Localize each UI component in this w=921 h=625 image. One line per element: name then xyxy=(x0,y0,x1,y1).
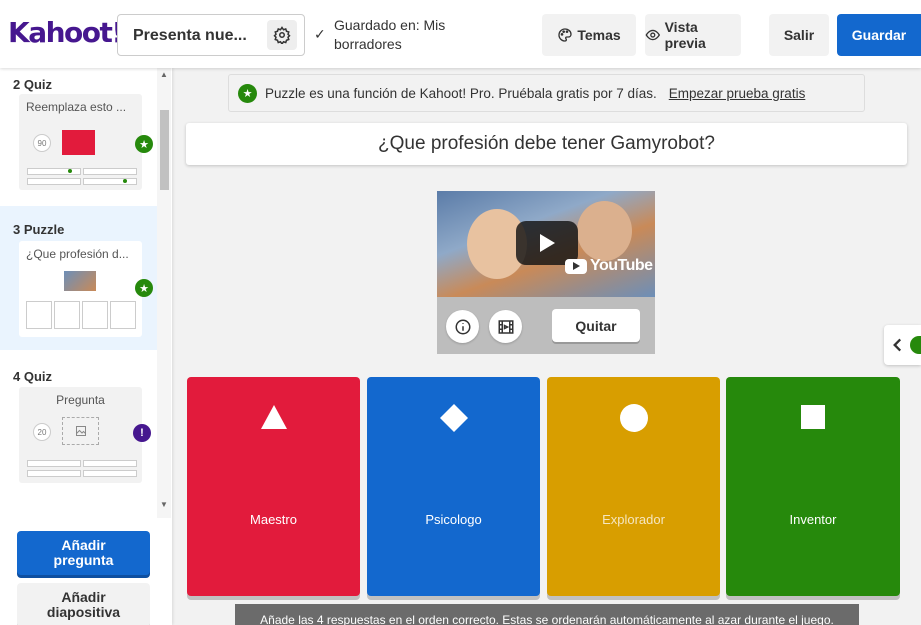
add-question-label: Añadir pregunta xyxy=(53,537,114,568)
time-limit: 20 xyxy=(33,423,51,441)
save-button[interactable]: Guardar xyxy=(837,14,921,56)
answer-text[interactable]: Maestro xyxy=(187,512,360,527)
answer-placeholder xyxy=(26,301,52,329)
add-slide-label: Añadir diapositiva xyxy=(46,589,121,620)
question-text: ¿Que profesión debe tener Gamyrobot? xyxy=(378,133,715,154)
slide-item-4[interactable]: 4 Quiz Pregunta 20 ! xyxy=(0,361,157,491)
square-icon xyxy=(801,405,825,429)
expand-settings-button[interactable] xyxy=(884,325,921,365)
slide-thumbnail[interactable]: ¿Que profesión d... ★ xyxy=(19,241,153,337)
video-still xyxy=(577,201,632,261)
youtube-icon xyxy=(565,258,587,274)
triangle-icon xyxy=(260,405,287,429)
media-info-button[interactable] xyxy=(446,310,479,343)
saved-location: Guardado en: Mis borradores xyxy=(334,17,446,52)
answer-placeholder xyxy=(27,168,81,175)
answer-3[interactable]: Explorador xyxy=(547,377,720,596)
preview-label: Vista previa xyxy=(664,19,706,51)
slide-label: 3 Puzzle xyxy=(13,222,65,237)
slide-title: Reemplaza esto ... xyxy=(26,100,127,114)
slide-label: 2 Quiz xyxy=(13,77,53,92)
answer-text[interactable]: Explorador xyxy=(547,512,720,527)
answer-placeholder xyxy=(82,301,108,329)
promo-text: Puzzle es una función de Kahoot! Pro. Pr… xyxy=(265,85,657,101)
answer-placeholder xyxy=(83,470,137,477)
answer-placeholder xyxy=(54,301,80,329)
answer-placeholder xyxy=(83,460,137,467)
top-bar: Kahoot! Presenta nue... ✓ Guardado en: M… xyxy=(0,0,921,68)
scrollbar-thumb[interactable] xyxy=(160,110,169,190)
kahoot-logo[interactable]: Kahoot! xyxy=(8,16,124,49)
add-slide-button[interactable]: Añadir diapositiva xyxy=(17,583,150,625)
circle-icon xyxy=(619,404,648,432)
slide-item-3[interactable]: 3 Puzzle ¿Que profesión d... ★ xyxy=(0,206,157,350)
palette-icon xyxy=(558,28,572,42)
star-icon: ★ xyxy=(238,83,257,103)
chevron-left-icon xyxy=(893,338,902,352)
media-edit-button[interactable] xyxy=(489,310,522,343)
video-thumbnail[interactable]: YouTube xyxy=(437,191,655,297)
pro-promo-banner: ★ Puzzle es una función de Kahoot! Pro. … xyxy=(228,74,865,112)
answer-2[interactable]: Psicologo xyxy=(367,377,540,596)
preview-button[interactable]: Vista previa xyxy=(645,14,741,56)
slide-title: Pregunta xyxy=(56,393,105,407)
correct-indicator xyxy=(123,179,127,183)
scroll-up-arrow-icon[interactable]: ▲ xyxy=(160,70,168,79)
correct-indicator xyxy=(68,169,72,173)
remove-media-button[interactable]: Quitar xyxy=(552,309,640,342)
answer-4[interactable]: Inventor xyxy=(726,377,900,596)
warning-icon: ! xyxy=(133,424,151,442)
themes-label: Temas xyxy=(577,27,621,43)
themes-button[interactable]: Temas xyxy=(542,14,636,56)
exit-button[interactable]: Salir xyxy=(769,14,829,56)
gear-icon xyxy=(273,26,291,44)
question-input[interactable]: ¿Que profesión debe tener Gamyrobot? xyxy=(186,123,907,165)
info-toast: Añade las 4 respuestas en el orden corre… xyxy=(235,604,859,625)
media-thumbnail xyxy=(62,130,95,155)
answer-placeholder xyxy=(27,470,81,477)
free-trial-link[interactable]: Empezar prueba gratis xyxy=(669,86,806,101)
settings-indicator xyxy=(909,336,921,354)
star-icon: ★ xyxy=(135,135,153,153)
film-icon xyxy=(498,319,513,334)
star-icon: ★ xyxy=(135,279,153,297)
answer-placeholder xyxy=(110,301,136,329)
answer-placeholder xyxy=(83,178,137,185)
slide-item-2[interactable]: 2 Quiz Reemplaza esto ... 90 ★ xyxy=(0,68,157,203)
answer-1[interactable]: Maestro xyxy=(187,377,360,596)
add-question-button[interactable]: Añadir pregunta xyxy=(17,531,150,575)
scroll-down-arrow-icon[interactable]: ▼ xyxy=(160,500,168,509)
kahoot-title[interactable]: Presenta nue... xyxy=(133,27,247,45)
slide-thumbnail[interactable]: Reemplaza esto ... 90 ★ xyxy=(19,94,153,190)
slide-thumbnail[interactable]: Pregunta 20 ! xyxy=(19,387,151,483)
slide-label: 4 Quiz xyxy=(13,369,53,384)
answer-text[interactable]: Inventor xyxy=(726,512,900,527)
info-icon xyxy=(455,319,470,334)
answer-text[interactable]: Psicologo xyxy=(367,512,540,527)
kahoot-title-field[interactable]: Presenta nue... xyxy=(117,14,305,56)
answer-placeholder xyxy=(27,178,81,185)
answer-placeholder xyxy=(27,460,81,467)
settings-button[interactable] xyxy=(267,20,297,50)
save-status: ✓ Guardado en: Mis borradores xyxy=(314,16,494,56)
youtube-logo: YouTube xyxy=(565,257,653,275)
play-icon xyxy=(540,234,555,252)
check-icon: ✓ xyxy=(314,26,326,42)
time-limit: 90 xyxy=(33,134,51,152)
slide-title: ¿Que profesión d... xyxy=(26,247,129,261)
media-thumbnail xyxy=(64,271,96,291)
eye-icon xyxy=(645,29,661,41)
diamond-icon xyxy=(439,404,468,432)
slide-sidebar: 2 Quiz Reemplaza esto ... 90 ★ 3 Puzzle … xyxy=(0,68,172,625)
answer-placeholder xyxy=(83,168,137,175)
image-placeholder xyxy=(62,417,99,445)
sidebar-scrollbar[interactable]: ▲ ▼ xyxy=(157,68,171,518)
image-icon xyxy=(75,426,86,436)
